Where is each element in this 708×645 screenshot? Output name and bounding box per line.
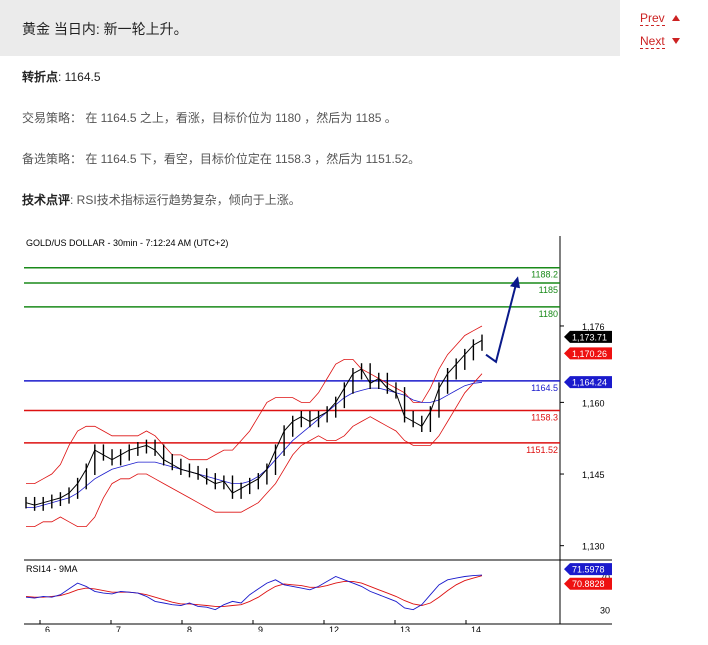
alt-strategy-label: 备选策略： xyxy=(22,152,83,166)
pivot-label: 转折点 xyxy=(22,70,59,84)
level-label-support_2: 1151.52 xyxy=(526,445,558,455)
page-title: 黄金 当日内: 新一轮上升。 xyxy=(22,21,188,37)
rsi-line xyxy=(25,574,483,611)
price-tag-label-ma-value: 1,164.24 xyxy=(572,378,607,388)
alt-strategy-text: 在 1164.5 下，看空，目标价位定在 1158.3 ，然后为 1151.52… xyxy=(82,152,421,166)
forecast-arrow-line xyxy=(485,283,517,364)
x-tick-label: 12 xyxy=(329,625,339,632)
strategy-label: 交易策略： xyxy=(22,111,83,125)
x-tick-label: 13 xyxy=(400,625,410,632)
level-label-resistance_3: 1188.2 xyxy=(531,270,558,280)
rsi-panel-title: RSI14 - 9MA xyxy=(26,564,78,574)
level-label-support_1: 1158.3 xyxy=(531,413,558,423)
y-tick-label: 1,176 xyxy=(582,322,605,332)
strategy-text: 在 1164.5 之上，看涨，目标价位为 1180 ，然后为 1185 。 xyxy=(82,111,397,125)
level-label-resistance_2: 1185 xyxy=(539,285,558,295)
tech-comment-label: 技术点评 xyxy=(22,193,71,207)
level-label-pivot: 1164.5 xyxy=(531,383,558,393)
price-tag-label-upper-band: 1,170.26 xyxy=(572,349,607,359)
prev-link[interactable]: Prev xyxy=(640,11,665,26)
x-tick-label: 8 xyxy=(187,625,192,632)
y-tick-label: 1,145 xyxy=(582,470,605,480)
triangle-up-icon xyxy=(672,15,680,21)
pivot-line: 转折点: 1164.5 xyxy=(22,68,101,85)
x-tick-label: 14 xyxy=(471,625,481,632)
tech-comment-line: 技术点评: RSI技术指标运行趋势复杂，倾向于上涨。 xyxy=(22,191,301,208)
rsi-y-tick-label: 30 xyxy=(600,606,610,616)
chart-title: GOLD/US DOLLAR - 30min - 7:12:24 AM (UTC… xyxy=(26,238,228,248)
chart-container: GOLD/US DOLLAR - 30min - 7:12:24 AM (UTC… xyxy=(20,232,612,635)
price-tag-label-last-price: 1,173.71 xyxy=(572,332,607,342)
y-tick-label: 1,130 xyxy=(582,542,605,552)
tech-comment-text: : RSI技术指标运行趋势复杂，倾向于上涨。 xyxy=(70,193,301,207)
x-tick-label: 6 xyxy=(45,625,50,632)
gold-chart: GOLD/US DOLLAR - 30min - 7:12:24 AM (UTC… xyxy=(24,236,612,635)
triangle-down-icon xyxy=(672,38,680,44)
strategy-line: 交易策略： 在 1164.5 之上，看涨，目标价位为 1180 ，然后为 118… xyxy=(22,109,397,126)
x-tick-label: 9 xyxy=(258,625,263,632)
rsi-tag-label-rsi-value: 71.5978 xyxy=(572,565,605,575)
rsi-tag-label-rsi-ma-value: 70.8828 xyxy=(572,579,605,589)
next-link[interactable]: Next xyxy=(640,34,665,49)
header-bar: 黄金 当日内: 新一轮上升。 xyxy=(0,0,620,56)
y-tick-label: 1,160 xyxy=(582,398,605,408)
alt-strategy-line: 备选策略： 在 1164.5 下，看空，目标价位定在 1158.3 ，然后为 1… xyxy=(22,150,420,167)
forecast-arrow-head xyxy=(510,276,520,289)
level-label-resistance_1: 1180 xyxy=(539,309,558,319)
pivot-value: : 1164.5 xyxy=(58,70,101,84)
x-tick-label: 7 xyxy=(116,625,121,632)
